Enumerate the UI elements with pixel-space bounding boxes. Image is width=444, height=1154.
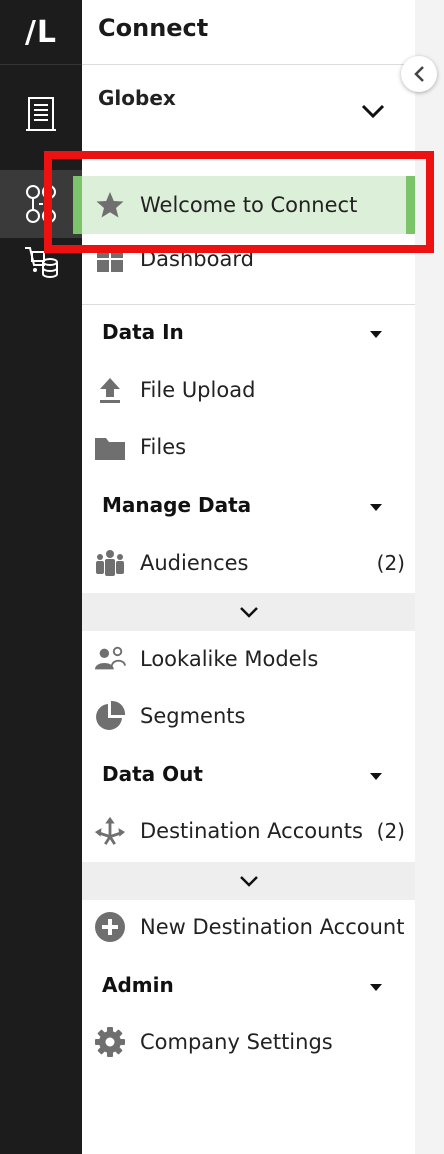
section-header-manage-data[interactable]: Manage Data [102,493,251,517]
destinations-count: (2) [376,819,405,843]
building-icon [26,97,56,131]
gear-icon [94,1026,126,1058]
destinations-expand-toggle[interactable] [82,862,415,900]
caret-down-icon[interactable] [370,331,382,338]
nav-item-files[interactable]: Files [82,420,415,474]
collapse-sidebar-button[interactable] [401,56,437,92]
nav-item-label: New Destination Account [140,915,405,939]
folder-icon [94,431,126,463]
pie-icon [94,700,126,732]
upload-icon [94,374,126,406]
chevron-down-icon[interactable] [360,102,386,120]
nav-item-company-settings[interactable]: Company Settings [82,1015,415,1069]
nav-item-label: Segments [140,704,246,728]
nav-item-label: File Upload [140,378,256,402]
caret-down-icon[interactable] [370,773,382,780]
nav-item-audiences[interactable]: Audiences (2) [82,536,415,590]
share-arrows-icon [94,815,126,847]
caret-down-icon[interactable] [370,984,382,991]
section-header-data-out[interactable]: Data Out [102,762,203,786]
audiences-count: (2) [376,551,405,575]
section-divider [82,304,415,305]
rail-item-building[interactable] [0,80,82,148]
nav-item-label: Audiences [140,551,249,575]
people-icon [94,547,126,579]
section-header-data-in[interactable]: Data In [102,320,184,344]
chevron-left-icon [414,66,424,82]
chevron-down-icon [239,876,258,887]
lookalike-icon [94,643,126,675]
nav-item-label: Destination Accounts [140,819,363,843]
org-name[interactable]: Globex [98,86,176,110]
nav-item-label: Company Settings [140,1030,333,1054]
caret-down-icon[interactable] [370,504,382,511]
app-title: Connect [98,14,209,42]
section-header-admin[interactable]: Admin [102,973,174,997]
audiences-expand-toggle[interactable] [82,593,415,631]
nav-item-segments[interactable]: Segments [82,689,415,743]
nav-item-destination-accounts[interactable]: Destination Accounts (2) [82,804,415,858]
highlight-box [44,151,434,253]
app-logo[interactable]: /L [0,0,82,64]
nav-item-label: Files [140,435,187,459]
plus-circle-icon [94,911,126,943]
nav-item-lookalike-models[interactable]: Lookalike Models [82,632,415,686]
header-divider [82,64,415,65]
nav-item-file-upload[interactable]: File Upload [82,363,415,417]
nav-item-label: Lookalike Models [140,647,319,671]
rail-divider [0,64,82,65]
chevron-down-icon [239,607,258,618]
nav-item-new-destination-account[interactable]: New Destination Account [82,900,415,954]
